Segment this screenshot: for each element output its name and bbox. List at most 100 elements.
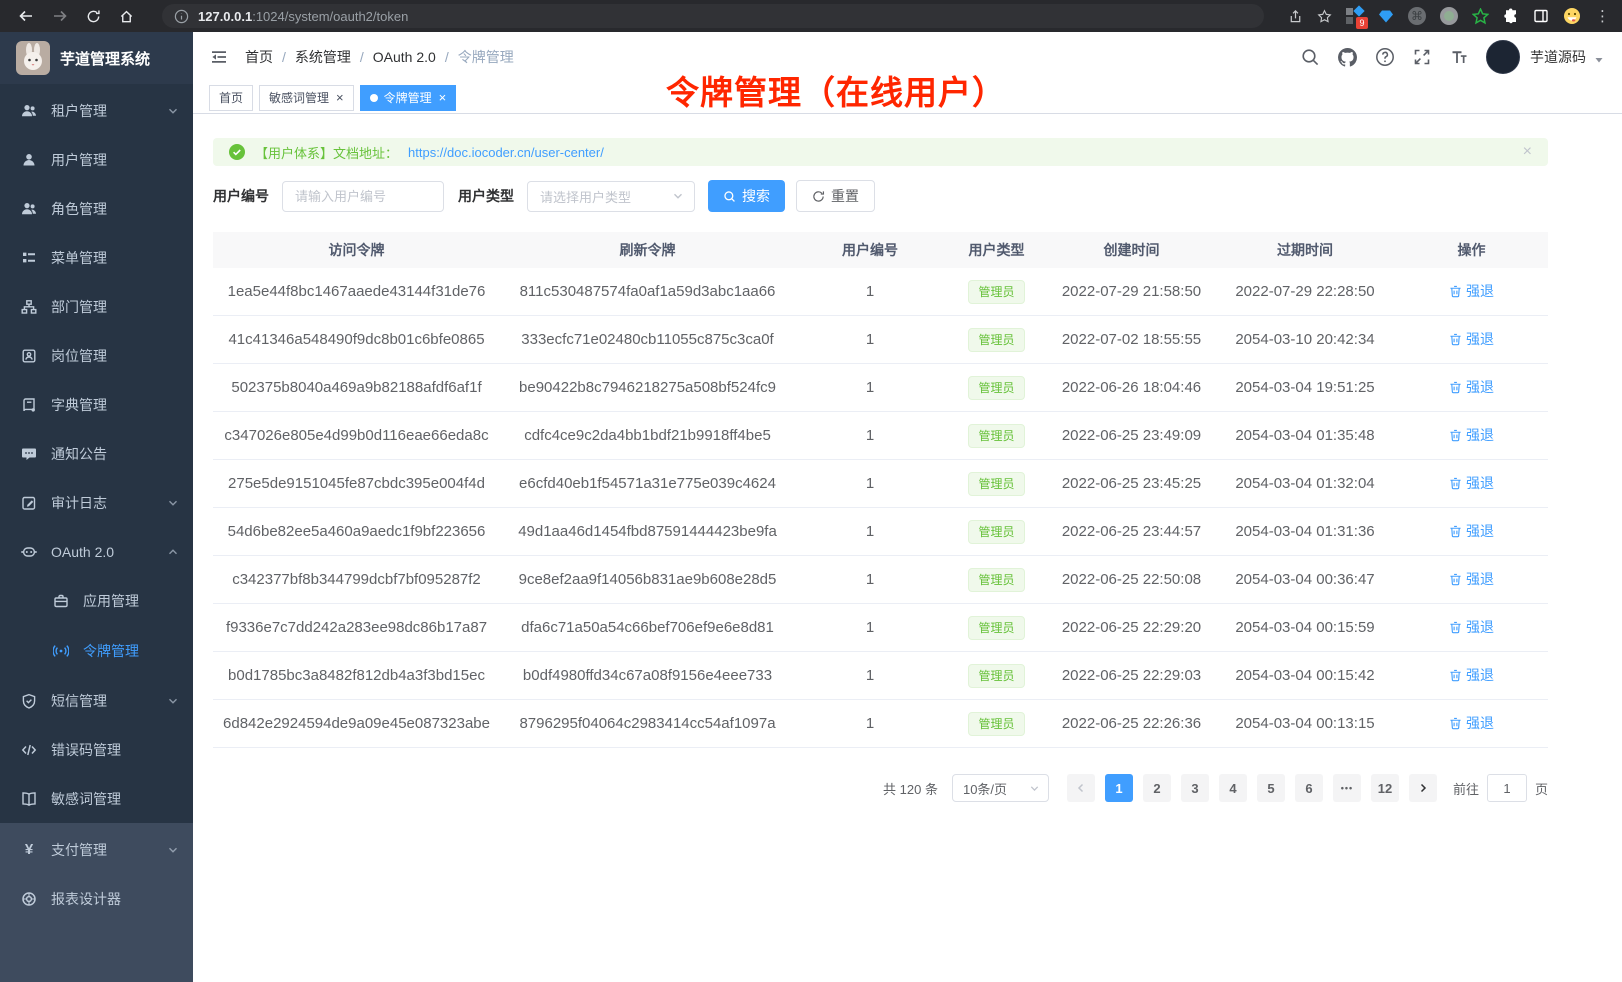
page-more-button[interactable]: •••: [1333, 774, 1361, 802]
tab-token[interactable]: 令牌管理×: [360, 85, 457, 111]
sidebar-item-tenant-management[interactable]: 租户管理: [0, 86, 193, 135]
doc-alert: 【用户体系】文档地址： https://doc.iocoder.cn/user-…: [213, 138, 1548, 166]
user-type-select[interactable]: 请选择用户类型: [527, 181, 695, 212]
refresh-token-cell: 811c530487574fa0af1a59d3abc1aa66: [500, 283, 795, 300]
browser-home-icon[interactable]: [119, 9, 134, 24]
share-icon[interactable]: [1288, 9, 1303, 24]
prev-page-button[interactable]: [1067, 774, 1095, 802]
side-panel-icon[interactable]: [1533, 8, 1549, 24]
tab-home[interactable]: 首页: [209, 85, 253, 111]
force-logout-button[interactable]: 强退: [1449, 665, 1494, 685]
goto-label: 前往: [1453, 779, 1479, 798]
page-button-4[interactable]: 4: [1219, 774, 1247, 802]
sidebar-item-user-management[interactable]: 用户管理: [0, 135, 193, 184]
extension-command-icon[interactable]: ⌘: [1408, 7, 1426, 25]
sidebar-item-error-code-management[interactable]: 错误码管理: [0, 725, 193, 774]
page-button-12[interactable]: 12: [1371, 774, 1399, 802]
breadcrumb-item[interactable]: OAuth 2.0: [373, 49, 436, 65]
alert-close-icon[interactable]: ×: [1523, 144, 1532, 160]
sidebar-item-sms-management[interactable]: 短信管理: [0, 676, 193, 725]
sidebar-item-label: 错误码管理: [51, 740, 121, 760]
sidebar-item-post-management[interactable]: 岗位管理: [0, 331, 193, 380]
sidebar-item-dept-management[interactable]: 部门管理: [0, 282, 193, 331]
sidebar-item-oauth2[interactable]: OAuth 2.0: [0, 527, 193, 576]
browser-forward-icon[interactable]: [52, 8, 68, 24]
extension-blocks-icon[interactable]: 9: [1346, 7, 1364, 25]
table-row: 41c41346a548490f9dc8b01c6bfe0865333ecfc7…: [213, 316, 1548, 364]
search-icon[interactable]: [1300, 47, 1320, 67]
check-circle-icon: [229, 144, 245, 160]
profile-avatar-icon[interactable]: [1563, 7, 1581, 25]
force-logout-button[interactable]: 强退: [1449, 713, 1494, 733]
doc-link[interactable]: https://doc.iocoder.cn/user-center/: [408, 145, 604, 160]
force-logout-button[interactable]: 强退: [1449, 281, 1494, 301]
sidebar-collapse-icon[interactable]: [209, 47, 229, 67]
font-size-icon[interactable]: [1449, 47, 1469, 67]
next-page-button[interactable]: [1409, 774, 1437, 802]
search-button[interactable]: 搜索: [708, 180, 785, 212]
oauth-icon: [20, 543, 38, 561]
breadcrumb-item[interactable]: 系统管理: [295, 47, 351, 67]
goto-page-input[interactable]: [1487, 774, 1527, 802]
org-icon: [20, 298, 38, 316]
sidebar-item-app-management[interactable]: 应用管理: [0, 576, 193, 626]
force-logout-button[interactable]: 强退: [1449, 425, 1494, 445]
force-logout-button[interactable]: 强退: [1449, 617, 1494, 637]
breadcrumb-item[interactable]: 首页: [245, 47, 273, 67]
access-token-cell: c342377bf8b344799dcbf7bf095287f2: [213, 571, 500, 588]
fullscreen-icon[interactable]: [1412, 47, 1432, 67]
browser-menu-icon[interactable]: ⋮: [1595, 7, 1610, 25]
sidebar-item-audit-log[interactable]: 审计日志: [0, 478, 193, 527]
action-cell: 强退: [1395, 521, 1548, 542]
extension-gem-icon[interactable]: [1378, 8, 1394, 24]
browser-reload-icon[interactable]: [86, 9, 101, 24]
github-icon[interactable]: [1337, 47, 1358, 68]
page-button-2[interactable]: 2: [1143, 774, 1171, 802]
reset-button[interactable]: 重置: [796, 180, 875, 212]
browser-back-icon[interactable]: [18, 8, 34, 24]
extension-star-icon[interactable]: [1472, 8, 1489, 25]
extension-ring-icon[interactable]: [1440, 7, 1458, 25]
user-type-badge: 管理员: [968, 280, 1024, 304]
site-info-icon[interactable]: [174, 9, 189, 24]
dict-icon: [20, 396, 38, 414]
help-icon[interactable]: [1375, 47, 1395, 67]
sidebar-item-report-designer[interactable]: 报表设计器: [0, 874, 193, 923]
page-button-3[interactable]: 3: [1181, 774, 1209, 802]
breadcrumb-separator: /: [445, 49, 449, 65]
force-logout-button[interactable]: 强退: [1449, 569, 1494, 589]
force-logout-button[interactable]: 强退: [1449, 329, 1494, 349]
page-button-6[interactable]: 6: [1295, 774, 1323, 802]
sidebar-item-dict-management[interactable]: 字典管理: [0, 380, 193, 429]
action-cell: 强退: [1395, 377, 1548, 398]
search-form: 用户编号 用户类型 请选择用户类型 搜索 重置: [213, 180, 1548, 212]
page-button-5[interactable]: 5: [1257, 774, 1285, 802]
alert-text: 【用户体系】文档地址：: [255, 143, 398, 162]
sidebar: 芋道管理系统 租户管理用户管理角色管理菜单管理部门管理岗位管理字典管理通知公告审…: [0, 32, 193, 982]
tab-sensitive-word[interactable]: 敏感词管理×: [259, 85, 354, 111]
page-size-select[interactable]: 10条/页: [952, 774, 1049, 802]
sidebar-item-payment-management[interactable]: ¥支付管理: [0, 825, 193, 874]
extensions-puzzle-icon[interactable]: [1503, 8, 1519, 24]
address-bar[interactable]: 127.0.0.1:1024/system/oauth2/token: [162, 4, 1264, 28]
sidebar-item-notice-announcement[interactable]: 通知公告: [0, 429, 193, 478]
refresh-token-cell: 333ecfc71e02480cb11055c875c3ca0f: [500, 331, 795, 348]
annotation-text: 令牌管理（在线用户）: [666, 66, 1006, 114]
bookmark-star-icon[interactable]: [1317, 9, 1332, 24]
user-avatar[interactable]: [1486, 40, 1520, 74]
force-logout-button[interactable]: 强退: [1449, 521, 1494, 541]
force-logout-button[interactable]: 强退: [1449, 473, 1494, 493]
force-logout-button[interactable]: 强退: [1449, 377, 1494, 397]
app-logo-row[interactable]: 芋道管理系统: [0, 32, 193, 84]
sidebar-item-role-management[interactable]: 角色管理: [0, 184, 193, 233]
caret-down-icon[interactable]: [1594, 49, 1604, 65]
tab-close-icon[interactable]: ×: [336, 90, 344, 105]
user-name[interactable]: 芋道源码: [1530, 47, 1586, 67]
sidebar-item-menu-management[interactable]: 菜单管理: [0, 233, 193, 282]
badge-icon: [20, 347, 38, 365]
sidebar-item-sensitive-word-management[interactable]: 敏感词管理: [0, 774, 193, 823]
page-button-1[interactable]: 1: [1105, 774, 1133, 802]
tab-close-icon[interactable]: ×: [439, 90, 447, 105]
sidebar-item-token-management[interactable]: 令牌管理: [0, 626, 193, 676]
user-id-input[interactable]: [282, 181, 444, 212]
